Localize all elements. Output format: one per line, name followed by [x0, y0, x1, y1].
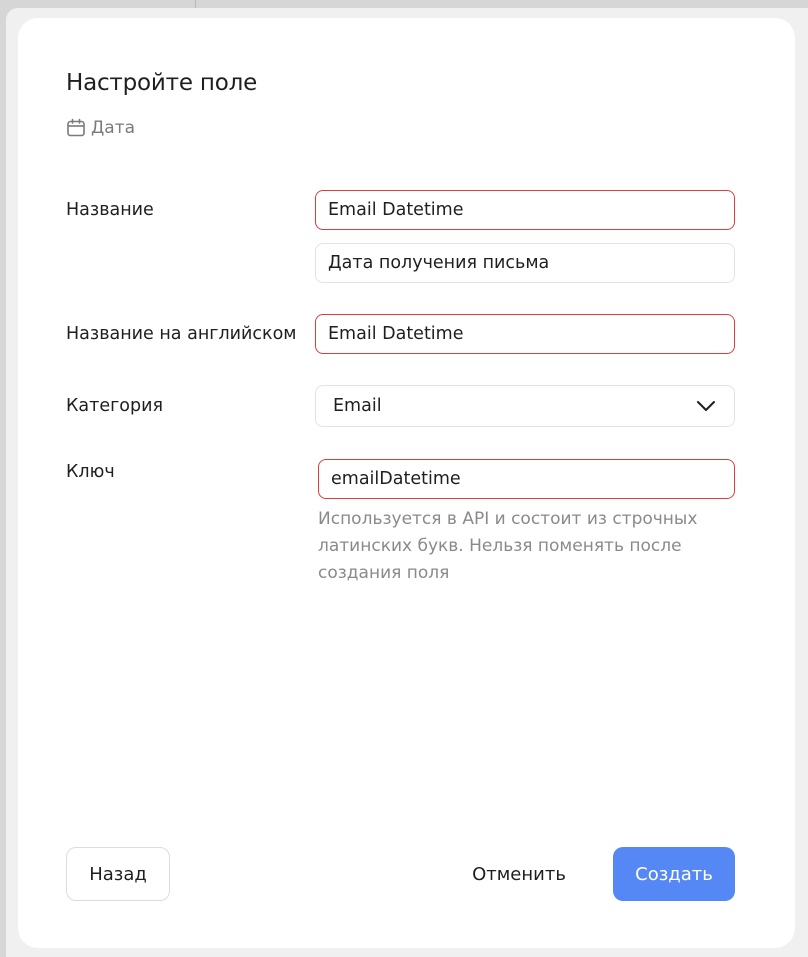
field-settings-modal: Настройте поле Дата Название Название на… [18, 18, 795, 948]
name-localized-input[interactable] [315, 243, 735, 283]
category-selected-value: Email [333, 396, 382, 416]
category-select[interactable]: Email [315, 385, 735, 427]
key-input[interactable] [318, 459, 735, 499]
calendar-icon [67, 118, 85, 137]
chevron-down-icon [697, 401, 715, 411]
category-label: Категория [66, 396, 164, 416]
back-button[interactable]: Назад [66, 847, 170, 901]
english-name-label: Название на английском [66, 324, 297, 344]
key-label: Ключ [66, 462, 115, 482]
create-button[interactable]: Создать [613, 847, 735, 901]
key-hint: Используется в API и состоит из строчных… [318, 509, 698, 583]
field-type: Дата [66, 118, 135, 138]
cancel-button[interactable]: Отменить [458, 847, 580, 901]
field-type-label: Дата [91, 118, 136, 138]
english-name-input[interactable] [315, 314, 735, 354]
name-label: Название [66, 200, 154, 220]
backdrop-divider [195, 0, 196, 8]
modal-title: Настройте поле [66, 70, 258, 96]
name-input[interactable] [315, 190, 735, 230]
